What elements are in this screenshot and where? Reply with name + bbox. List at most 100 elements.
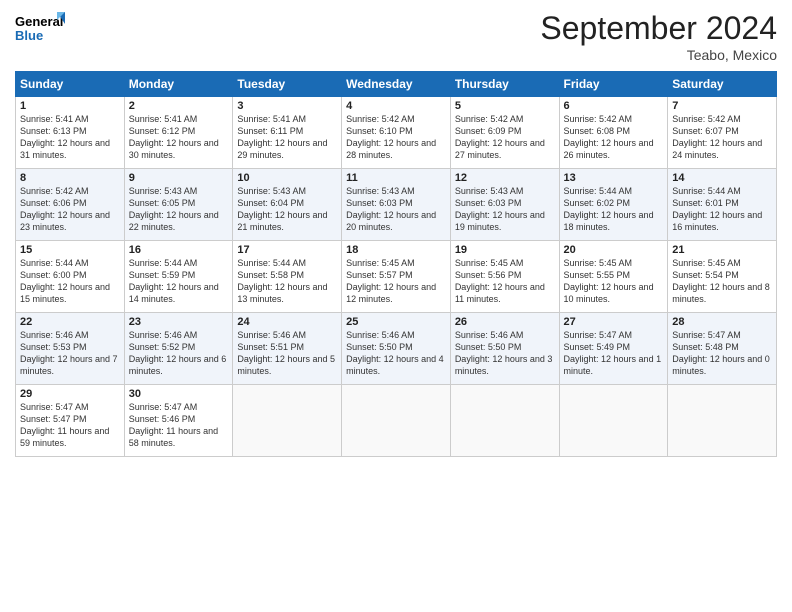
day-info: Sunrise: 5:43 AM Sunset: 6:03 PM Dayligh… xyxy=(455,185,555,234)
calendar-cell: 21 Sunrise: 5:45 AM Sunset: 5:54 PM Dayl… xyxy=(668,241,777,313)
title-block: September 2024 Teabo, Mexico xyxy=(540,10,777,63)
day-info: Sunrise: 5:44 AM Sunset: 6:02 PM Dayligh… xyxy=(564,185,664,234)
calendar-cell: 14 Sunrise: 5:44 AM Sunset: 6:01 PM Dayl… xyxy=(668,169,777,241)
calendar-cell: 3 Sunrise: 5:41 AM Sunset: 6:11 PM Dayli… xyxy=(233,97,342,169)
day-info: Sunrise: 5:46 AM Sunset: 5:53 PM Dayligh… xyxy=(20,329,120,378)
calendar-cell: 11 Sunrise: 5:43 AM Sunset: 6:03 PM Dayl… xyxy=(342,169,451,241)
calendar-table: SundayMondayTuesdayWednesdayThursdayFrid… xyxy=(15,71,777,457)
day-info: Sunrise: 5:46 AM Sunset: 5:52 PM Dayligh… xyxy=(129,329,229,378)
day-info: Sunrise: 5:42 AM Sunset: 6:09 PM Dayligh… xyxy=(455,113,555,162)
calendar-cell: 6 Sunrise: 5:42 AM Sunset: 6:08 PM Dayli… xyxy=(559,97,668,169)
day-info: Sunrise: 5:44 AM Sunset: 6:00 PM Dayligh… xyxy=(20,257,120,306)
day-info: Sunrise: 5:42 AM Sunset: 6:10 PM Dayligh… xyxy=(346,113,446,162)
day-number: 27 xyxy=(564,316,664,328)
day-number: 25 xyxy=(346,316,446,328)
day-number: 24 xyxy=(237,316,337,328)
week-row-2: 8 Sunrise: 5:42 AM Sunset: 6:06 PM Dayli… xyxy=(16,169,777,241)
day-number: 22 xyxy=(20,316,120,328)
day-info: Sunrise: 5:47 AM Sunset: 5:48 PM Dayligh… xyxy=(672,329,772,378)
calendar-cell: 18 Sunrise: 5:45 AM Sunset: 5:57 PM Dayl… xyxy=(342,241,451,313)
calendar-cell: 10 Sunrise: 5:43 AM Sunset: 6:04 PM Dayl… xyxy=(233,169,342,241)
day-number: 3 xyxy=(237,100,337,112)
day-number: 9 xyxy=(129,172,229,184)
day-info: Sunrise: 5:43 AM Sunset: 6:05 PM Dayligh… xyxy=(129,185,229,234)
day-info: Sunrise: 5:45 AM Sunset: 5:57 PM Dayligh… xyxy=(346,257,446,306)
days-header-row: SundayMondayTuesdayWednesdayThursdayFrid… xyxy=(16,72,777,97)
day-number: 12 xyxy=(455,172,555,184)
calendar-cell: 7 Sunrise: 5:42 AM Sunset: 6:07 PM Dayli… xyxy=(668,97,777,169)
day-number: 15 xyxy=(20,244,120,256)
week-row-5: 29 Sunrise: 5:47 AM Sunset: 5:47 PM Dayl… xyxy=(16,385,777,457)
day-header-monday: Monday xyxy=(124,72,233,97)
day-header-thursday: Thursday xyxy=(450,72,559,97)
day-info: Sunrise: 5:43 AM Sunset: 6:04 PM Dayligh… xyxy=(237,185,337,234)
day-header-saturday: Saturday xyxy=(668,72,777,97)
day-number: 16 xyxy=(129,244,229,256)
day-header-wednesday: Wednesday xyxy=(342,72,451,97)
day-info: Sunrise: 5:47 AM Sunset: 5:47 PM Dayligh… xyxy=(20,401,120,450)
day-info: Sunrise: 5:44 AM Sunset: 5:58 PM Dayligh… xyxy=(237,257,337,306)
month-title: September 2024 xyxy=(540,10,777,47)
calendar-cell: 27 Sunrise: 5:47 AM Sunset: 5:49 PM Dayl… xyxy=(559,313,668,385)
calendar-cell xyxy=(233,385,342,457)
calendar-cell: 23 Sunrise: 5:46 AM Sunset: 5:52 PM Dayl… xyxy=(124,313,233,385)
calendar-cell: 15 Sunrise: 5:44 AM Sunset: 6:00 PM Dayl… xyxy=(16,241,125,313)
day-number: 28 xyxy=(672,316,772,328)
calendar-cell xyxy=(450,385,559,457)
calendar-cell: 12 Sunrise: 5:43 AM Sunset: 6:03 PM Dayl… xyxy=(450,169,559,241)
calendar-body: 1 Sunrise: 5:41 AM Sunset: 6:13 PM Dayli… xyxy=(16,97,777,457)
day-number: 17 xyxy=(237,244,337,256)
calendar-cell xyxy=(668,385,777,457)
day-number: 18 xyxy=(346,244,446,256)
day-number: 10 xyxy=(237,172,337,184)
day-number: 7 xyxy=(672,100,772,112)
day-info: Sunrise: 5:41 AM Sunset: 6:13 PM Dayligh… xyxy=(20,113,120,162)
day-info: Sunrise: 5:45 AM Sunset: 5:55 PM Dayligh… xyxy=(564,257,664,306)
calendar-cell: 5 Sunrise: 5:42 AM Sunset: 6:09 PM Dayli… xyxy=(450,97,559,169)
day-info: Sunrise: 5:42 AM Sunset: 6:06 PM Dayligh… xyxy=(20,185,120,234)
day-info: Sunrise: 5:45 AM Sunset: 5:56 PM Dayligh… xyxy=(455,257,555,306)
day-number: 20 xyxy=(564,244,664,256)
day-info: Sunrise: 5:46 AM Sunset: 5:51 PM Dayligh… xyxy=(237,329,337,378)
logo: General Blue xyxy=(15,10,70,46)
day-number: 6 xyxy=(564,100,664,112)
day-number: 4 xyxy=(346,100,446,112)
day-number: 8 xyxy=(20,172,120,184)
day-number: 21 xyxy=(672,244,772,256)
calendar-cell: 4 Sunrise: 5:42 AM Sunset: 6:10 PM Dayli… xyxy=(342,97,451,169)
day-info: Sunrise: 5:46 AM Sunset: 5:50 PM Dayligh… xyxy=(346,329,446,378)
day-number: 1 xyxy=(20,100,120,112)
calendar-cell: 28 Sunrise: 5:47 AM Sunset: 5:48 PM Dayl… xyxy=(668,313,777,385)
svg-text:General: General xyxy=(15,14,63,29)
day-number: 14 xyxy=(672,172,772,184)
day-header-tuesday: Tuesday xyxy=(233,72,342,97)
week-row-1: 1 Sunrise: 5:41 AM Sunset: 6:13 PM Dayli… xyxy=(16,97,777,169)
day-number: 26 xyxy=(455,316,555,328)
day-info: Sunrise: 5:47 AM Sunset: 5:46 PM Dayligh… xyxy=(129,401,229,450)
calendar-cell: 19 Sunrise: 5:45 AM Sunset: 5:56 PM Dayl… xyxy=(450,241,559,313)
header: General Blue September 2024 Teabo, Mexic… xyxy=(15,10,777,63)
day-info: Sunrise: 5:41 AM Sunset: 6:11 PM Dayligh… xyxy=(237,113,337,162)
page: General Blue September 2024 Teabo, Mexic… xyxy=(0,0,792,612)
calendar-cell: 1 Sunrise: 5:41 AM Sunset: 6:13 PM Dayli… xyxy=(16,97,125,169)
week-row-3: 15 Sunrise: 5:44 AM Sunset: 6:00 PM Dayl… xyxy=(16,241,777,313)
svg-text:Blue: Blue xyxy=(15,28,43,43)
day-number: 13 xyxy=(564,172,664,184)
day-info: Sunrise: 5:42 AM Sunset: 6:07 PM Dayligh… xyxy=(672,113,772,162)
day-number: 30 xyxy=(129,388,229,400)
calendar-cell: 22 Sunrise: 5:46 AM Sunset: 5:53 PM Dayl… xyxy=(16,313,125,385)
day-header-friday: Friday xyxy=(559,72,668,97)
day-header-sunday: Sunday xyxy=(16,72,125,97)
day-info: Sunrise: 5:45 AM Sunset: 5:54 PM Dayligh… xyxy=(672,257,772,306)
day-number: 2 xyxy=(129,100,229,112)
day-info: Sunrise: 5:44 AM Sunset: 6:01 PM Dayligh… xyxy=(672,185,772,234)
day-info: Sunrise: 5:41 AM Sunset: 6:12 PM Dayligh… xyxy=(129,113,229,162)
calendar-cell: 25 Sunrise: 5:46 AM Sunset: 5:50 PM Dayl… xyxy=(342,313,451,385)
calendar-cell: 13 Sunrise: 5:44 AM Sunset: 6:02 PM Dayl… xyxy=(559,169,668,241)
location: Teabo, Mexico xyxy=(540,47,777,63)
calendar-cell: 24 Sunrise: 5:46 AM Sunset: 5:51 PM Dayl… xyxy=(233,313,342,385)
calendar-cell: 16 Sunrise: 5:44 AM Sunset: 5:59 PM Dayl… xyxy=(124,241,233,313)
calendar-cell: 30 Sunrise: 5:47 AM Sunset: 5:46 PM Dayl… xyxy=(124,385,233,457)
day-number: 11 xyxy=(346,172,446,184)
day-number: 23 xyxy=(129,316,229,328)
